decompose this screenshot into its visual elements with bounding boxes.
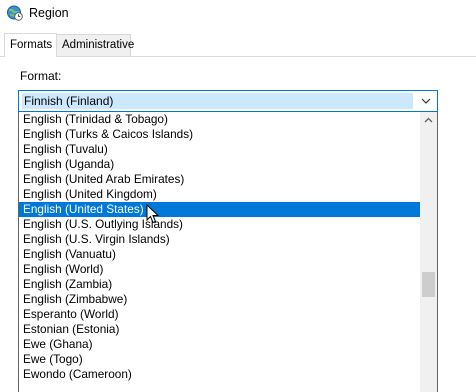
chevron-down-icon[interactable] [421, 97, 431, 105]
format-selected-value: Finnish (Finland) [22, 93, 413, 109]
mouse-pointer-icon [146, 204, 160, 224]
dropdown-scrollbar[interactable] [420, 112, 437, 392]
list-item[interactable]: English (World) [19, 262, 420, 277]
format-label: Format: [20, 69, 62, 83]
tab-administrative[interactable]: Administrative [56, 34, 135, 56]
list-item[interactable]: Ewe (Ghana) [19, 337, 420, 352]
format-dropdown-list[interactable]: English (Trinidad & Tobago) English (Turk… [18, 112, 438, 392]
list-item[interactable]: English (Vanuatu) [19, 247, 420, 262]
list-item[interactable]: English (United States) [19, 202, 420, 217]
list-item[interactable]: Ewondo (Cameroon) [19, 367, 420, 382]
window-title: Region [29, 6, 69, 20]
list-item[interactable]: English (U.S. Outlying Islands) [19, 217, 420, 232]
list-item[interactable]: Ewe (Togo) [19, 352, 420, 367]
list-item[interactable]: English (Zambia) [19, 277, 420, 292]
list-item[interactable]: English (Uganda) [19, 157, 420, 172]
list-item[interactable]: Esperanto (World) [19, 307, 420, 322]
list-item[interactable]: English (United Arab Emirates) [19, 172, 420, 187]
globe-clock-icon [7, 5, 23, 21]
tab-formats-label: Formats [10, 39, 53, 51]
list-item[interactable]: English (United Kingdom) [19, 187, 420, 202]
list-item[interactable]: English (Trinidad & Tobago) [19, 112, 420, 127]
dropdown-items: English (Trinidad & Tobago) English (Turk… [19, 112, 420, 382]
format-combobox[interactable]: Finnish (Finland) [18, 90, 438, 112]
list-item[interactable]: English (Tuvalu) [19, 142, 420, 157]
title-bar: Region [0, 0, 476, 26]
list-item[interactable]: English (U.S. Virgin Islands) [19, 232, 420, 247]
tab-strip: Formats Administrative [0, 33, 476, 57]
tab-formats[interactable]: Formats [4, 33, 57, 57]
list-item[interactable]: English (Turks & Caicos Islands) [19, 127, 420, 142]
list-item[interactable]: Estonian (Estonia) [19, 322, 420, 337]
scroll-thumb[interactable] [422, 272, 435, 297]
scroll-up-arrow-icon[interactable] [420, 112, 437, 129]
tab-administrative-label: Administrative [62, 39, 135, 51]
list-item[interactable]: English (Zimbabwe) [19, 292, 420, 307]
